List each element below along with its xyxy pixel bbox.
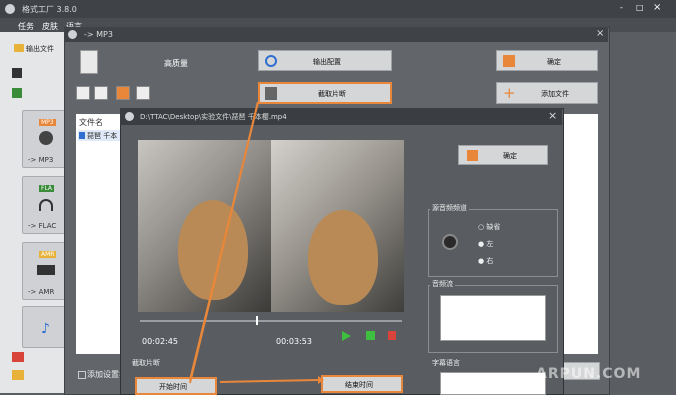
arrow-to-end (219, 379, 319, 383)
annotation-arrows (189, 101, 324, 384)
arrow-to-start (189, 101, 259, 381)
arrowhead-end (318, 376, 324, 384)
watermark: ARPUN.COM (536, 366, 642, 382)
